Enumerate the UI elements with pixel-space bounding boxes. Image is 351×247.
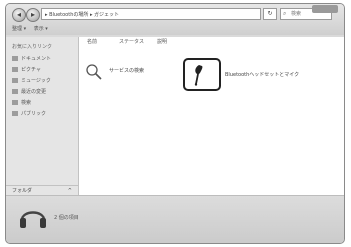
title-bar: ◂ ▸ ▸ Bluetoothの場所 ▸ ガジェット ↻ ⌕ 検索 整理 ▾ 表… xyxy=(6,4,344,35)
sidebar-item-label: 最近の変更 xyxy=(21,89,47,95)
folders-toggle[interactable]: フォルダ ^ xyxy=(6,185,78,195)
headset-item-highlight[interactable] xyxy=(183,58,221,91)
view-button[interactable]: 表示 ▾ xyxy=(34,26,48,32)
sidebar-item-search[interactable]: 検索 xyxy=(6,98,78,109)
item-count: 2 個の項目 xyxy=(54,215,79,221)
folder-icon xyxy=(12,111,18,116)
headset-item-label[interactable]: Bluetoothヘッドセットとマイク xyxy=(225,71,299,78)
organize-button[interactable]: 整理 ▾ xyxy=(12,26,26,32)
search-icon: ⌕ xyxy=(283,10,287,17)
sidebar-item-label: パブリック xyxy=(21,111,47,117)
folder-icon xyxy=(12,78,18,83)
sidebar-item-label: ミュージック xyxy=(21,78,51,84)
sidebar-item-music[interactable]: ミュージック xyxy=(6,76,78,87)
headset-icon xyxy=(194,65,203,86)
navigation-pane: お気に入りリンク ドキュメント ピクチャ ミュージック 最近の変更 検索 パブリ… xyxy=(6,37,79,195)
forward-button[interactable]: ▸ xyxy=(26,8,40,22)
sidebar-item-public[interactable]: パブリック xyxy=(6,109,78,120)
column-category[interactable]: 説明 xyxy=(157,37,167,47)
back-button[interactable]: ◂ xyxy=(12,8,26,22)
folder-icon xyxy=(12,56,18,61)
sidebar-item-label: ドキュメント xyxy=(21,56,52,62)
favorites-header: お気に入りリンク xyxy=(12,44,53,50)
sidebar-item-documents[interactable]: ドキュメント xyxy=(6,54,78,65)
sidebar-item-label: ピクチャ xyxy=(21,67,41,73)
search-service-item[interactable]: サービスの検索 xyxy=(109,67,144,74)
file-list: 名前 ステータス 説明 サービスの検索 Bluetoothヘッドセットとマイク xyxy=(79,37,344,195)
column-status[interactable]: ステータス xyxy=(119,37,144,47)
explorer-window: ◂ ▸ ▸ Bluetoothの場所 ▸ ガジェット ↻ ⌕ 検索 整理 ▾ 表… xyxy=(5,3,345,244)
sidebar-item-recent[interactable]: 最近の変更 xyxy=(6,87,78,98)
search-placeholder: 検索 xyxy=(291,11,302,17)
address-bar[interactable]: ▸ Bluetoothの場所 ▸ ガジェット xyxy=(41,8,261,20)
details-pane: 2 個の項目 xyxy=(6,195,344,243)
folder-icon xyxy=(12,67,18,72)
sidebar-item-label: 検索 xyxy=(21,100,32,106)
bluetooth-devices-icon xyxy=(20,211,46,228)
window-controls[interactable] xyxy=(312,5,338,13)
refresh-button[interactable]: ↻ xyxy=(263,8,277,20)
folder-icon xyxy=(12,89,18,94)
folders-label: フォルダ xyxy=(12,188,33,194)
column-name[interactable]: 名前 xyxy=(87,37,97,47)
sidebar-item-pictures[interactable]: ピクチャ xyxy=(6,65,78,76)
toolbar: 整理 ▾ 表示 ▾ xyxy=(6,23,344,35)
magnifier-icon[interactable] xyxy=(85,63,103,81)
column-headers: 名前 ステータス 説明 xyxy=(79,37,344,47)
folder-icon xyxy=(12,100,18,105)
